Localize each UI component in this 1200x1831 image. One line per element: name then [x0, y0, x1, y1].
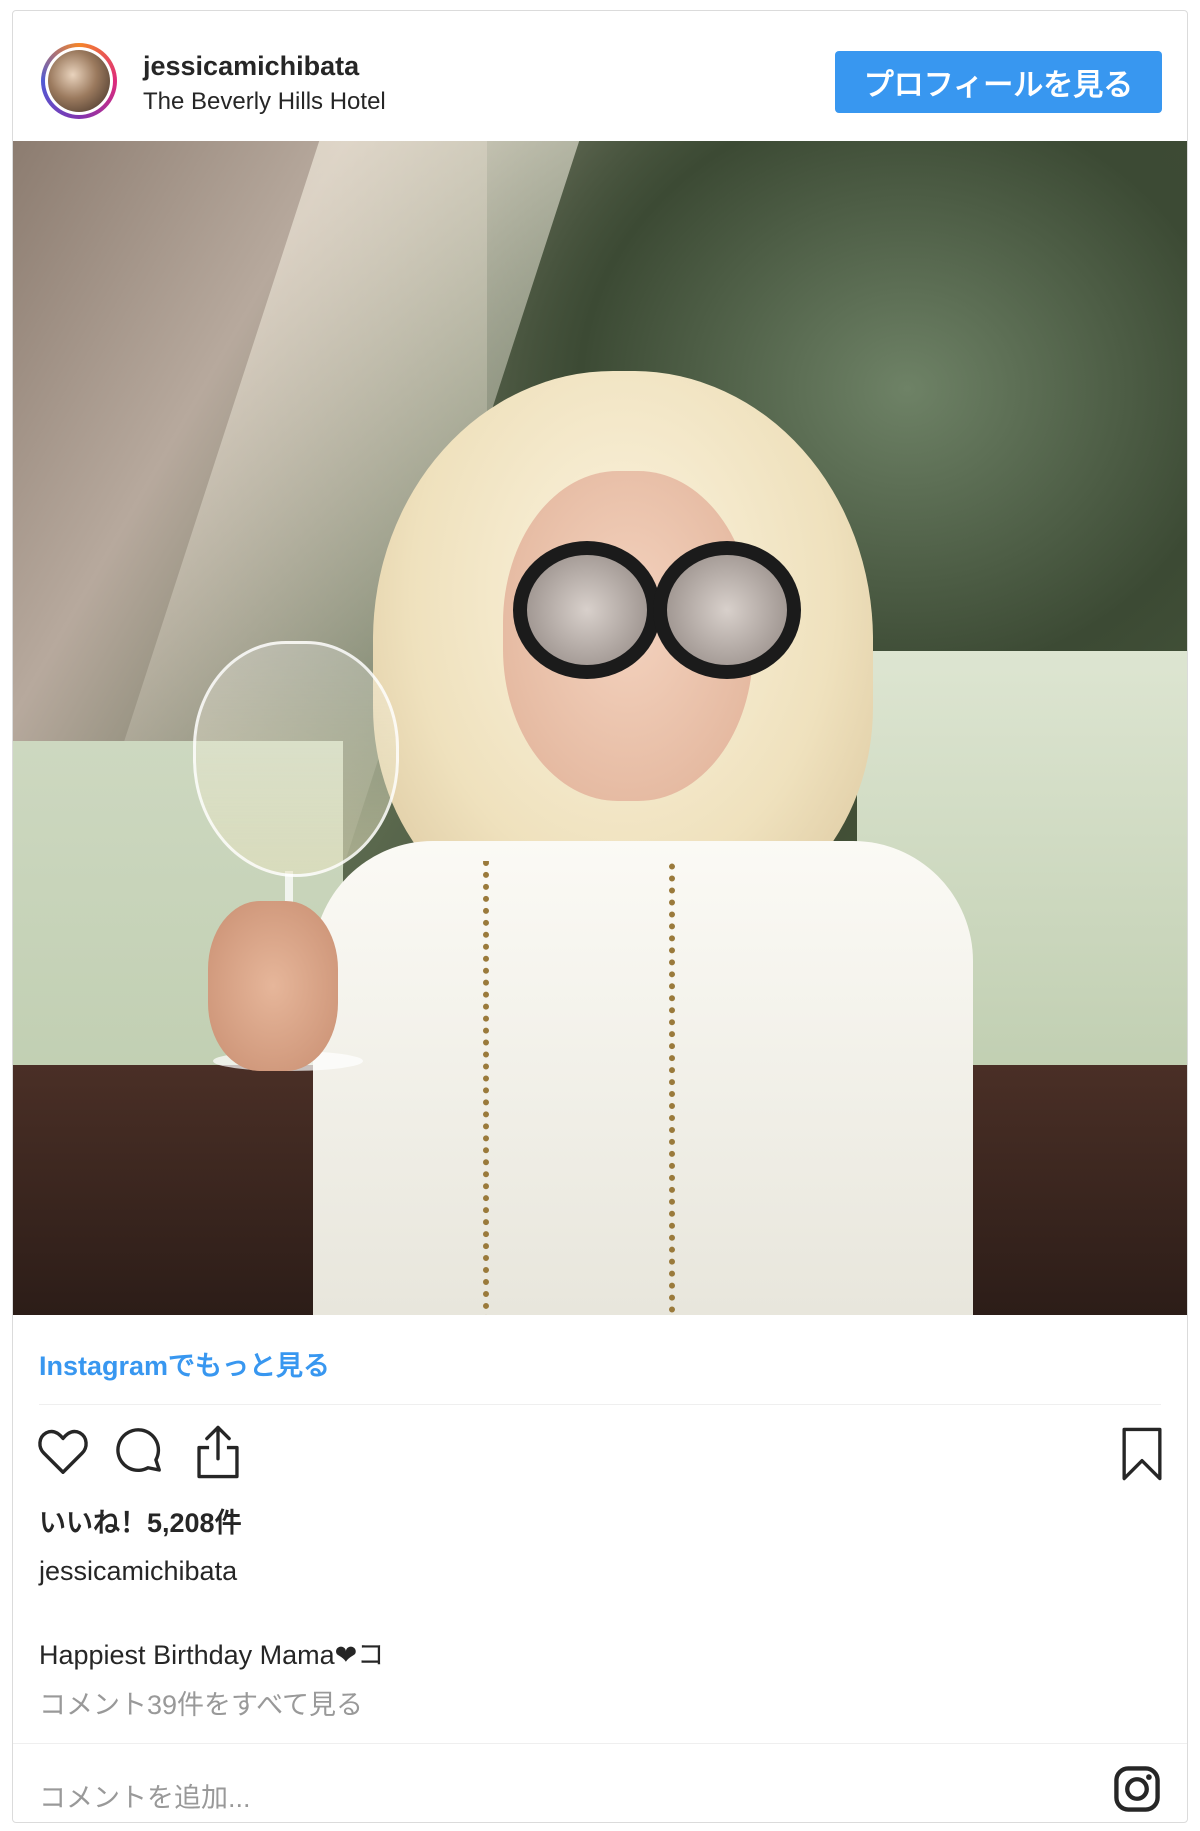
- poster-username[interactable]: jessicamichibata: [39, 1556, 237, 1587]
- username-link[interactable]: jessicamichibata: [143, 51, 359, 82]
- heart-icon[interactable]: [35, 1425, 91, 1479]
- post-header: jessicamichibata The Beverly Hills Hotel…: [13, 11, 1187, 141]
- add-comment-input[interactable]: コメントを追加...: [39, 1776, 251, 1815]
- instagram-embed-card: jessicamichibata The Beverly Hills Hotel…: [12, 10, 1188, 1823]
- comment-icon[interactable]: [111, 1425, 167, 1479]
- view-more-on-instagram-link[interactable]: Instagramでもっと見る: [39, 1344, 330, 1383]
- location-link[interactable]: The Beverly Hills Hotel: [143, 88, 386, 116]
- post-photo[interactable]: [13, 141, 1187, 1315]
- divider: [39, 1404, 1161, 1405]
- divider: [13, 1743, 1187, 1744]
- post-caption: Happiest Birthday Mama❤コ: [39, 1640, 385, 1670]
- view-profile-button[interactable]: プロフィールを見る: [835, 51, 1162, 113]
- instagram-icon[interactable]: [1111, 1763, 1163, 1815]
- share-icon[interactable]: [193, 1423, 243, 1481]
- bookmark-icon[interactable]: [1117, 1425, 1167, 1483]
- like-count[interactable]: いいね！5,208件: [39, 1501, 242, 1540]
- avatar[interactable]: [41, 43, 117, 119]
- view-all-comments-link[interactable]: コメント39件をすべて見る: [39, 1683, 363, 1722]
